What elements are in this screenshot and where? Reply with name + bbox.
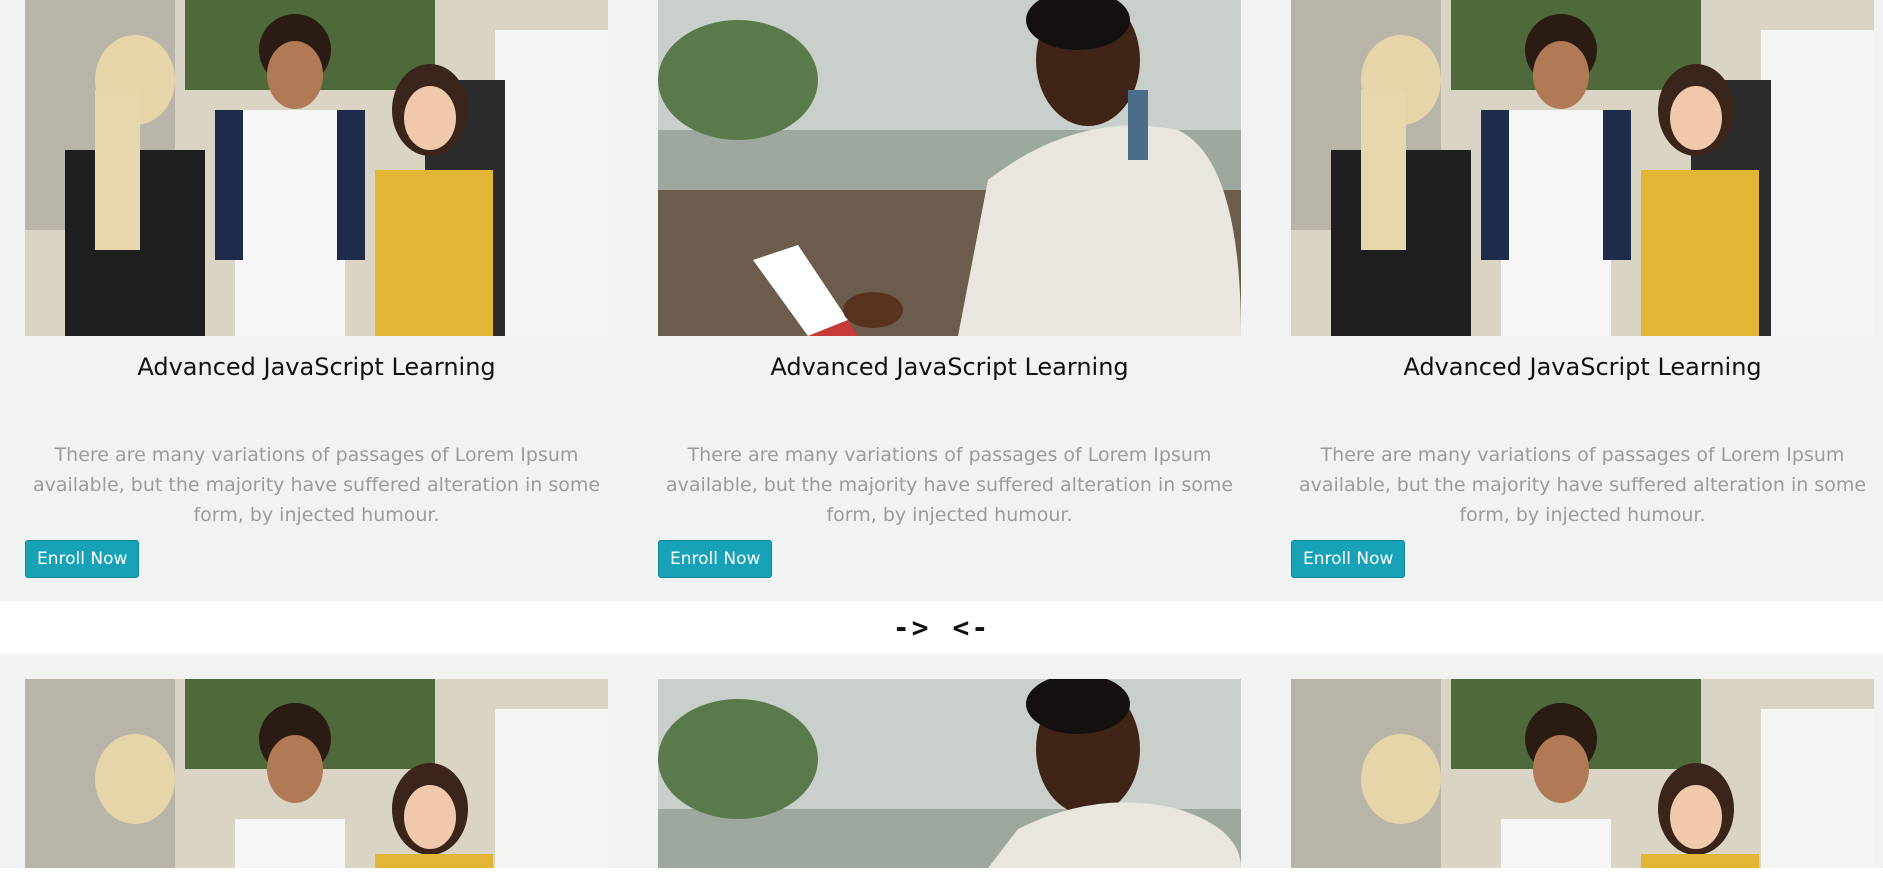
card-title: Advanced JavaScript Learning bbox=[1403, 353, 1762, 381]
course-row-bottom bbox=[0, 654, 1883, 868]
course-image bbox=[658, 0, 1241, 336]
students-illustration bbox=[1291, 0, 1874, 336]
card-title: Advanced JavaScript Learning bbox=[770, 353, 1129, 381]
students-illustration bbox=[25, 0, 608, 336]
card-title: Advanced JavaScript Learning bbox=[137, 353, 496, 381]
course-card: Advanced JavaScript Learning There are m… bbox=[0, 0, 633, 601]
reader-illustration bbox=[658, 679, 1241, 868]
course-image bbox=[1291, 679, 1874, 868]
enroll-now-button[interactable]: Enroll Now bbox=[1291, 540, 1406, 578]
course-card: Advanced JavaScript Learning There are m… bbox=[633, 0, 1266, 601]
card-description: There are many variations of passages of… bbox=[665, 444, 1234, 526]
students-illustration bbox=[25, 679, 608, 868]
course-image bbox=[25, 0, 608, 336]
course-card bbox=[0, 654, 633, 868]
enroll-now-button[interactable]: Enroll Now bbox=[25, 540, 140, 578]
course-image bbox=[1291, 0, 1874, 336]
carousel-controls: -> <- bbox=[0, 601, 1883, 654]
enroll-now-button[interactable]: Enroll Now bbox=[658, 540, 773, 578]
reader-illustration bbox=[658, 0, 1241, 336]
students-illustration bbox=[1291, 679, 1874, 868]
course-image bbox=[658, 679, 1241, 868]
course-card bbox=[633, 654, 1266, 868]
card-description: There are many variations of passages of… bbox=[32, 444, 601, 526]
carousel-next-button[interactable]: -> bbox=[893, 611, 931, 644]
course-card: Advanced JavaScript Learning There are m… bbox=[1266, 0, 1883, 601]
carousel-prev-button[interactable]: <- bbox=[953, 611, 991, 644]
course-image bbox=[25, 679, 608, 868]
course-row-top: Advanced JavaScript Learning There are m… bbox=[0, 0, 1883, 601]
course-card bbox=[1266, 654, 1883, 868]
card-description: There are many variations of passages of… bbox=[1298, 444, 1867, 526]
